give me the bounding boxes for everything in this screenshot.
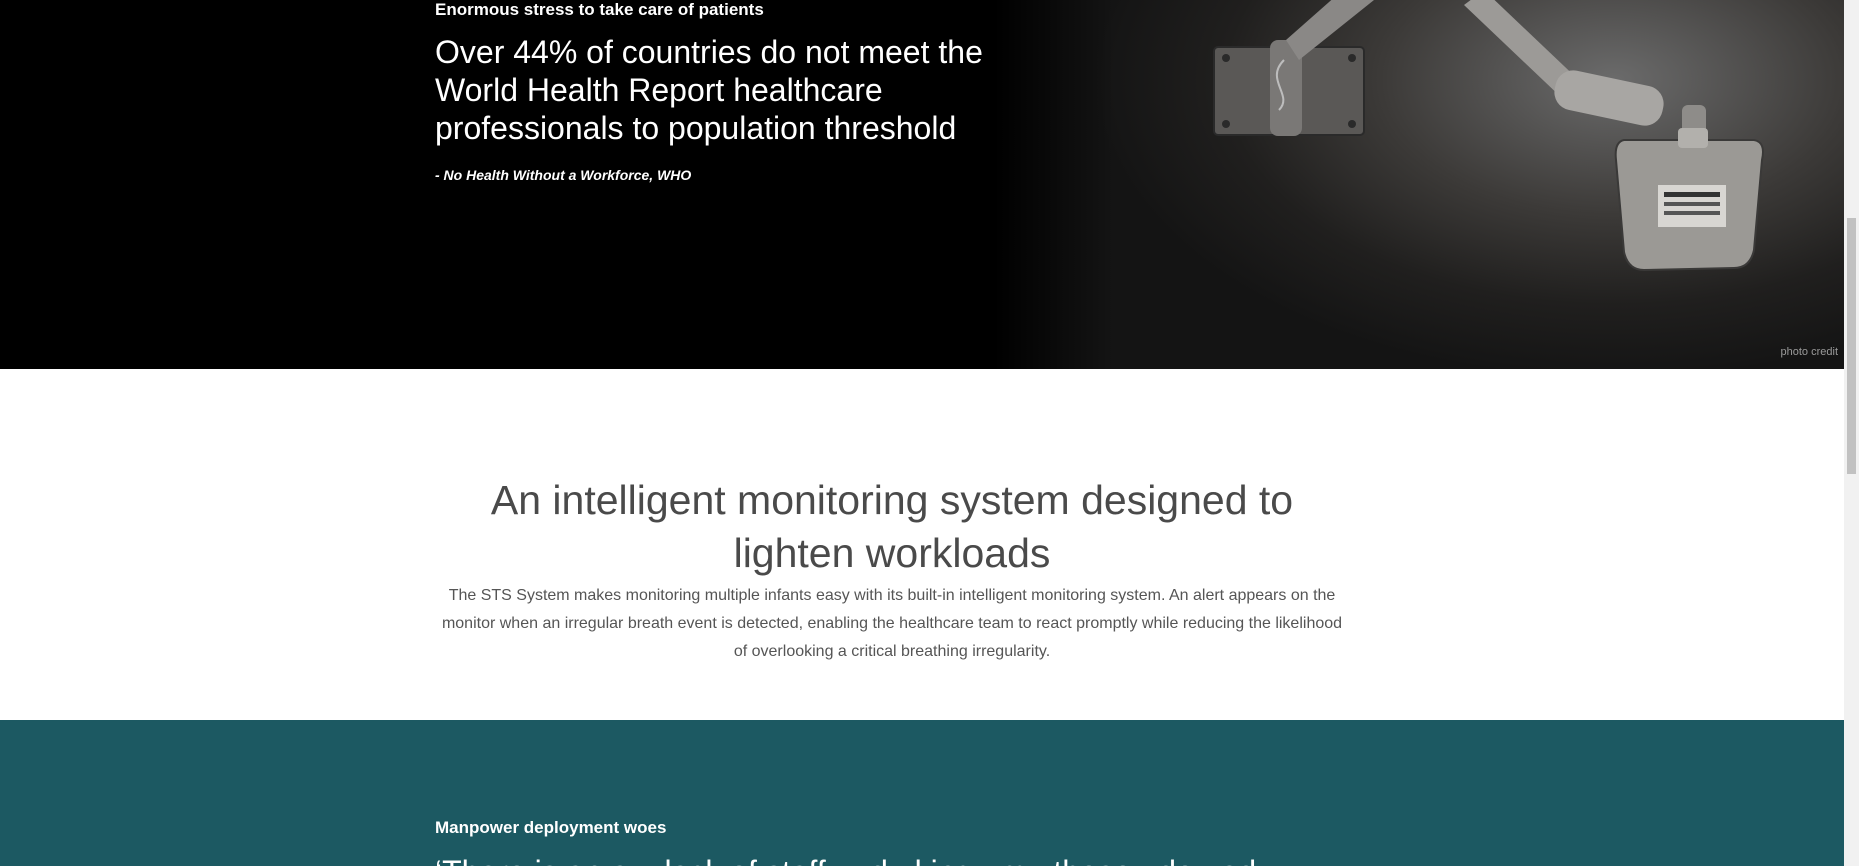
hero-section: photo credit Enormous stress to take car… <box>0 0 1844 369</box>
manpower-eyebrow: Manpower deployment woes <box>435 818 667 837</box>
photo-credit-link[interactable]: photo credit <box>1781 346 1838 358</box>
photo-edge-fade <box>994 0 1114 369</box>
hero-quote-source: - No Health Without a Workforce, WHO <box>435 167 692 183</box>
intro-title: An intelligent monitoring system designe… <box>490 477 1294 577</box>
hero-photo-monitor-arm: photo credit <box>994 0 1844 369</box>
manpower-section: Manpower deployment woes ‘There is an a.… <box>0 720 1844 866</box>
monitor-arm-illustration <box>1213 0 1764 272</box>
hero-eyebrow: Enormous stress to take care of patients <box>435 0 764 19</box>
hero-quote: Over 44% of countries do not meet the Wo… <box>435 34 983 146</box>
scrollbar-thumb[interactable] <box>1847 218 1856 474</box>
intro-paragraph: The STS System makes monitoring multiple… <box>441 587 1343 660</box>
page-scrollbar[interactable] <box>1844 0 1859 866</box>
intro-section: An intelligent monitoring system designe… <box>0 369 1844 720</box>
manpower-quote: ‘There is an a... lack of staff.. ..d ..… <box>435 853 1335 866</box>
